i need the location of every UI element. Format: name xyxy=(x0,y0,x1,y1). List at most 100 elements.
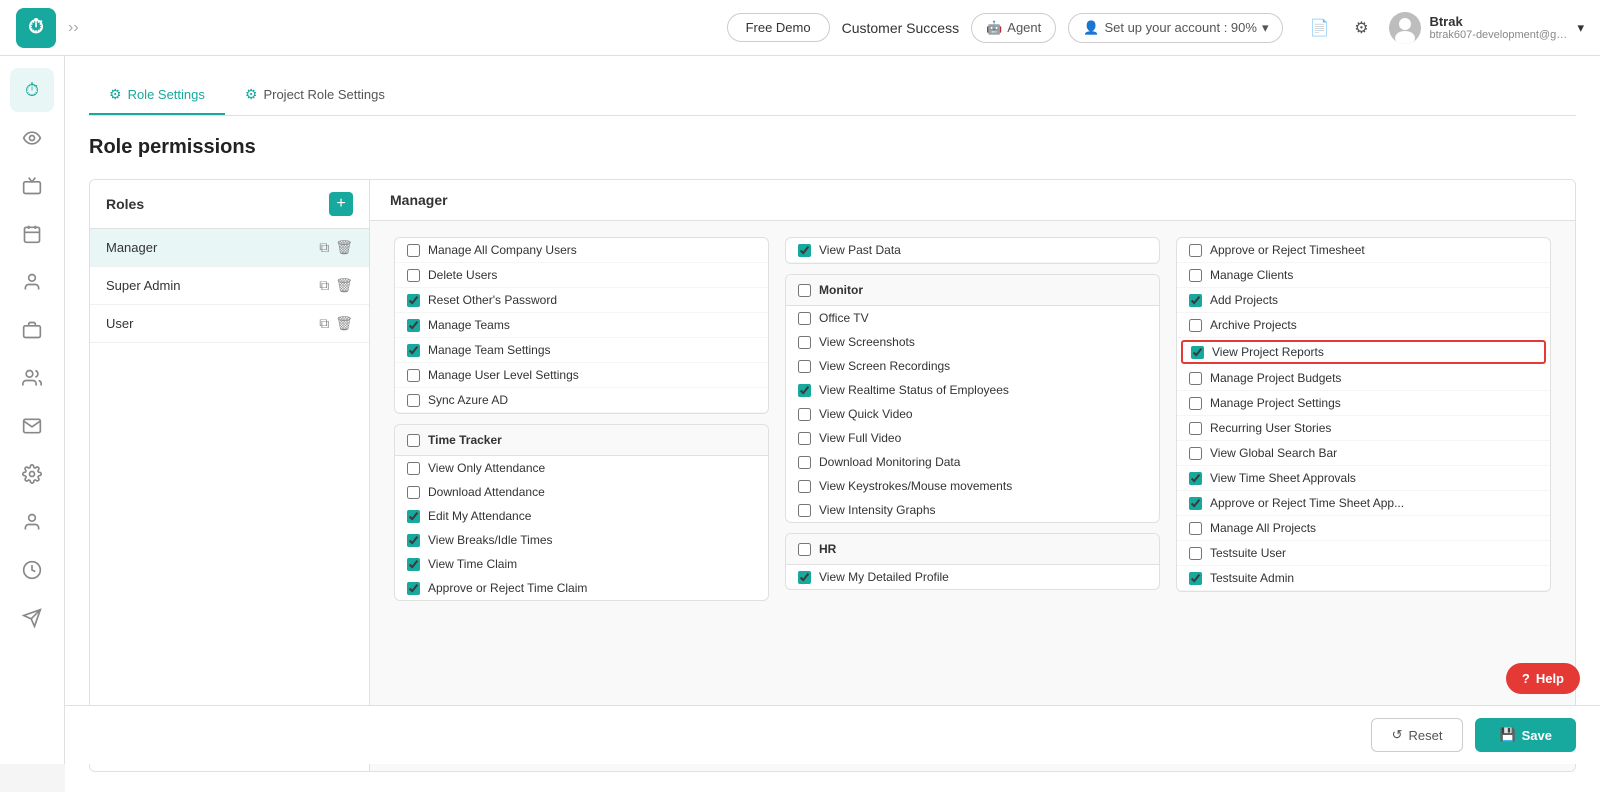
save-icon: 💾 xyxy=(1499,727,1515,743)
copy-role-user[interactable]: ⧉ xyxy=(319,315,329,332)
monitor-section: Monitor Office TV View Screenshots xyxy=(785,274,1160,523)
checkbox-manage-project-settings[interactable] xyxy=(1189,397,1202,410)
project-role-icon: ⚙ xyxy=(245,86,258,103)
roles-panel: Roles + Manager ⧉ 🗑 Super Admin ⧉ 🗑 User xyxy=(90,180,370,771)
checkbox-manage-all-projects[interactable] xyxy=(1189,522,1202,535)
sidebar-item-users[interactable] xyxy=(10,356,54,400)
save-button[interactable]: 💾 Save xyxy=(1475,718,1576,752)
checkbox-download-attendance[interactable] xyxy=(407,486,420,499)
role-actions-super-admin: ⧉ 🗑 xyxy=(319,277,353,294)
checkbox-view-screenshots[interactable] xyxy=(798,336,811,349)
perm-view-past-data: View Past Data xyxy=(786,238,1159,263)
sidebar-item-timer[interactable]: ⏱ xyxy=(10,68,54,112)
user-info[interactable]: Btrak btrak607-development@gm... ▾ xyxy=(1389,12,1584,44)
checkbox-view-quick-video[interactable] xyxy=(798,408,811,421)
delete-role-super-admin[interactable]: 🗑 xyxy=(335,277,353,294)
perm-view-quick-video: View Quick Video xyxy=(786,402,1159,426)
checkbox-manage-team-settings[interactable] xyxy=(407,344,420,357)
sidebar-item-eye[interactable] xyxy=(10,116,54,160)
checkbox-add-projects[interactable] xyxy=(1189,294,1202,307)
checkbox-view-time-sheet-approvals[interactable] xyxy=(1189,472,1202,485)
perm-manage-clients: Manage Clients xyxy=(1177,263,1550,288)
checkbox-view-keystrokes[interactable] xyxy=(798,480,811,493)
checkbox-view-realtime-status[interactable] xyxy=(798,384,811,397)
checkbox-edit-my-attendance[interactable] xyxy=(407,510,420,523)
checkbox-testsuite-admin[interactable] xyxy=(1189,572,1202,585)
perm-delete-users: Delete Users xyxy=(395,263,768,288)
delete-role-user[interactable]: 🗑 xyxy=(335,315,353,332)
customer-success-label: Customer Success xyxy=(842,20,959,36)
checkbox-manage-teams[interactable] xyxy=(407,319,420,332)
checkbox-approve-reject-time-claim[interactable] xyxy=(407,582,420,595)
checkbox-delete-users[interactable] xyxy=(407,269,420,282)
perm-view-keystrokes: View Keystrokes/Mouse movements xyxy=(786,474,1159,498)
help-button[interactable]: ? Help xyxy=(1506,663,1580,694)
checkbox-approve-reject-time-sheet-app[interactable] xyxy=(1189,497,1202,510)
checkbox-view-breaks-idle-times[interactable] xyxy=(407,534,420,547)
checkbox-reset-others-password[interactable] xyxy=(407,294,420,307)
help-label: Help xyxy=(1536,671,1564,686)
checkbox-office-tv[interactable] xyxy=(798,312,811,325)
perm-view-screen-recordings: View Screen Recordings xyxy=(786,354,1159,378)
checkbox-view-time-claim[interactable] xyxy=(407,558,420,571)
checkbox-manage-project-budgets[interactable] xyxy=(1189,372,1202,385)
checkbox-view-global-search-bar[interactable] xyxy=(1189,447,1202,460)
standalone-section-1: Manage All Company Users Delete Users Re… xyxy=(394,237,769,414)
hr-section: HR View My Detailed Profile xyxy=(785,533,1160,590)
checkbox-time-tracker-all[interactable] xyxy=(407,434,420,447)
checkbox-view-project-reports[interactable] xyxy=(1191,346,1204,359)
checkbox-hr-all[interactable] xyxy=(798,543,811,556)
reset-button[interactable]: ↺ Reset xyxy=(1371,718,1464,752)
agent-button[interactable]: 🤖 Agent xyxy=(971,13,1056,43)
settings-icon[interactable]: ⚙ xyxy=(1345,12,1377,44)
setup-button[interactable]: 👤 Set up your account : 90% ▾ xyxy=(1068,13,1283,43)
nav-dots: ›› xyxy=(68,19,79,37)
checkbox-sync-azure-ad[interactable] xyxy=(407,394,420,407)
app-logo[interactable]: ⏱ xyxy=(16,8,56,48)
tab-role-settings[interactable]: ⚙ Role Settings xyxy=(89,76,225,115)
sidebar-item-calendar[interactable] xyxy=(10,212,54,256)
perm-manage-project-budgets: Manage Project Budgets xyxy=(1177,366,1550,391)
checkbox-view-screen-recordings[interactable] xyxy=(798,360,811,373)
checkbox-recurring-user-stories[interactable] xyxy=(1189,422,1202,435)
sidebar-item-tv[interactable] xyxy=(10,164,54,208)
role-item-user[interactable]: User ⧉ 🗑 xyxy=(90,305,369,343)
checkbox-view-only-attendance[interactable] xyxy=(407,462,420,475)
tab-project-role-settings[interactable]: ⚙ Project Role Settings xyxy=(225,76,405,115)
perm-archive-projects: Archive Projects xyxy=(1177,313,1550,338)
checkbox-view-my-detailed-profile[interactable] xyxy=(798,571,811,584)
sidebar-item-clock[interactable] xyxy=(10,548,54,592)
checkbox-view-past-data[interactable] xyxy=(798,244,811,257)
checkbox-archive-projects[interactable] xyxy=(1189,319,1202,332)
sidebar-item-person[interactable] xyxy=(10,500,54,544)
perm-view-realtime-status: View Realtime Status of Employees xyxy=(786,378,1159,402)
perm-manage-teams: Manage Teams xyxy=(395,313,768,338)
document-icon[interactable]: 📄 xyxy=(1303,12,1335,44)
role-item-super-admin[interactable]: Super Admin ⧉ 🗑 xyxy=(90,267,369,305)
checkbox-approve-reject-timesheet[interactable] xyxy=(1189,244,1202,257)
free-demo-button[interactable]: Free Demo xyxy=(727,13,830,42)
sidebar-item-mail[interactable] xyxy=(10,404,54,448)
chevron-down-icon: ▾ xyxy=(1262,20,1269,36)
sidebar-item-settings[interactable] xyxy=(10,452,54,496)
copy-role-super-admin[interactable]: ⧉ xyxy=(319,277,329,294)
roles-title: Roles xyxy=(106,196,144,212)
sidebar-item-briefcase[interactable] xyxy=(10,308,54,352)
checkbox-manage-user-level-settings[interactable] xyxy=(407,369,420,382)
checkbox-view-intensity-graphs[interactable] xyxy=(798,504,811,517)
monitor-header: Monitor xyxy=(786,275,1159,306)
checkbox-download-monitoring-data[interactable] xyxy=(798,456,811,469)
delete-role-manager[interactable]: 🗑 xyxy=(335,239,353,256)
add-role-button[interactable]: + xyxy=(329,192,353,216)
role-item-manager[interactable]: Manager ⧉ 🗑 xyxy=(90,229,369,267)
role-name-manager: Manager xyxy=(106,240,157,255)
perm-add-projects: Add Projects xyxy=(1177,288,1550,313)
checkbox-view-full-video[interactable] xyxy=(798,432,811,445)
sidebar-item-send[interactable] xyxy=(10,596,54,640)
checkbox-manage-clients[interactable] xyxy=(1189,269,1202,282)
checkbox-manage-all-company-users[interactable] xyxy=(407,244,420,257)
copy-role-manager[interactable]: ⧉ xyxy=(319,239,329,256)
checkbox-monitor-all[interactable] xyxy=(798,284,811,297)
checkbox-testsuite-user[interactable] xyxy=(1189,547,1202,560)
sidebar-item-user[interactable] xyxy=(10,260,54,304)
